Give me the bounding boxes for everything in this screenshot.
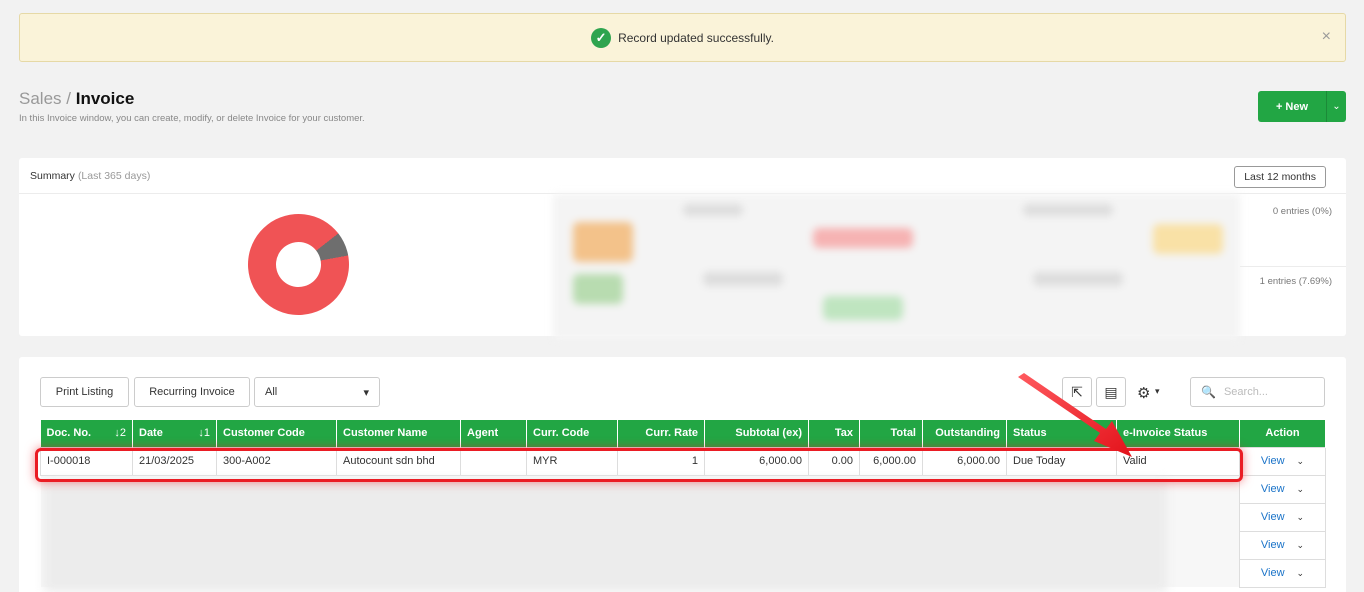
- cell-customer-name: Autocount sdn bhd: [336, 446, 461, 476]
- filter-select[interactable]: All ▾: [254, 377, 380, 407]
- cell-subtotal: 6,000.00: [704, 446, 809, 476]
- search-icon: 🔍: [1201, 385, 1216, 399]
- cell-curr-rate: 1: [617, 446, 705, 476]
- cell-action: View ⌄: [1239, 474, 1326, 504]
- cell-action: View ⌄: [1239, 502, 1326, 532]
- summary-title: Summary: [30, 169, 75, 182]
- gear-icon[interactable]: ⚙: [1137, 384, 1150, 402]
- page-subtitle: In this Invoice window, you can create, …: [19, 113, 365, 124]
- cell-action: View ⌄: [1239, 530, 1326, 560]
- view-link[interactable]: View: [1261, 539, 1285, 551]
- column-doc-no[interactable]: Doc. No. ↓2: [40, 420, 133, 447]
- column-action: Action: [1239, 420, 1326, 447]
- view-link[interactable]: View: [1261, 455, 1285, 467]
- print-listing-button[interactable]: Print Listing: [40, 377, 129, 407]
- column-date[interactable]: Date ↓1: [132, 420, 217, 447]
- column-curr-code[interactable]: Curr. Code: [526, 420, 618, 447]
- search-placeholder: Search...: [1223, 386, 1268, 398]
- cell-curr-code: MYR: [526, 446, 618, 476]
- chevron-down-icon[interactable]: ⌄: [1297, 456, 1305, 466]
- summary-header: Summary (Last 365 days): [19, 158, 1346, 194]
- cell-customer-code: 300-A002: [216, 446, 337, 476]
- chevron-down-icon[interactable]: ⌄: [1297, 540, 1305, 550]
- chevron-down-icon[interactable]: ⌄: [1297, 568, 1305, 578]
- column-customer-name[interactable]: Customer Name: [336, 420, 461, 447]
- new-dropdown-toggle[interactable]: ⌄: [1326, 91, 1346, 122]
- success-alert: ✓ Record updated successfully. ×: [19, 13, 1346, 62]
- cell-action: View ⌄: [1239, 558, 1326, 588]
- blurred-summary-panel: [553, 194, 1240, 340]
- column-tax[interactable]: Tax: [808, 420, 860, 447]
- cell-total: 6,000.00: [859, 446, 923, 476]
- column-subtotal[interactable]: Subtotal (ex): [704, 420, 809, 447]
- summary-period: (Last 365 days): [77, 169, 151, 182]
- breadcrumb-sales[interactable]: Sales: [19, 89, 62, 108]
- annotation-arrow-icon: [1018, 373, 1132, 457]
- entries-label-1: 0 entries (0%): [1272, 206, 1332, 217]
- column-einvoice-status[interactable]: e-Invoice Status: [1116, 420, 1240, 447]
- cell-outstanding: 6,000.00: [922, 446, 1007, 476]
- view-link[interactable]: View: [1261, 511, 1285, 523]
- range-button[interactable]: Last 12 months: [1234, 166, 1326, 188]
- sort-desc-icon: ↓1: [198, 427, 210, 440]
- column-outstanding[interactable]: Outstanding: [922, 420, 1007, 447]
- chevron-down-icon[interactable]: ⌄: [1297, 512, 1305, 522]
- page-title: Sales / Invoice: [19, 89, 134, 109]
- cell-doc-no: I-000018: [40, 446, 133, 476]
- page-title-text: Invoice: [75, 89, 135, 108]
- chevron-down-icon[interactable]: ⌄: [1297, 484, 1305, 494]
- alert-message: Record updated successfully.: [618, 30, 774, 45]
- search-input[interactable]: 🔍 Search...: [1190, 377, 1325, 407]
- close-icon[interactable]: ×: [1322, 28, 1331, 46]
- cell-tax: 0.00: [808, 446, 860, 476]
- entries-divider: [1240, 266, 1346, 267]
- breadcrumb-separator: /: [66, 89, 71, 108]
- entries-label-2: 1 entries (7.69%): [1259, 276, 1332, 287]
- filter-value: All: [265, 386, 278, 398]
- summary-donut-chart: [227, 193, 370, 336]
- cell-action: View ⌄: [1239, 446, 1326, 476]
- column-customer-code[interactable]: Customer Code: [216, 420, 337, 447]
- check-circle-icon: ✓: [591, 27, 612, 48]
- column-total[interactable]: Total: [859, 420, 923, 447]
- column-agent[interactable]: Agent: [460, 420, 527, 447]
- view-link[interactable]: View: [1261, 483, 1285, 495]
- chevron-down-icon: ▾: [363, 386, 369, 399]
- chevron-down-icon[interactable]: ▾: [1155, 386, 1160, 397]
- new-button-group: + New ⌄: [1258, 91, 1346, 122]
- cell-agent: [460, 446, 527, 476]
- summary-card: Summary (Last 365 days) Last 12 months 0…: [19, 158, 1346, 340]
- cell-einvoice-status: Valid: [1116, 446, 1240, 476]
- view-link[interactable]: View: [1261, 567, 1285, 579]
- column-curr-rate[interactable]: Curr. Rate: [617, 420, 705, 447]
- cell-date: 21/03/2025: [132, 446, 217, 476]
- recurring-invoice-button[interactable]: Recurring Invoice: [134, 377, 250, 407]
- new-button[interactable]: + New: [1258, 91, 1326, 122]
- sort-desc-icon: ↓2: [114, 427, 126, 440]
- blurred-rows: [44, 480, 1167, 592]
